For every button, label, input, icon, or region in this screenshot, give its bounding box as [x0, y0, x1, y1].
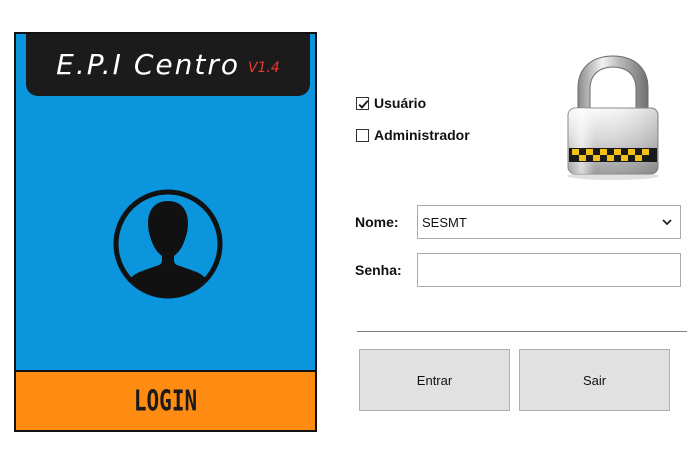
senha-input[interactable] [417, 253, 681, 287]
padlock-icon [567, 55, 659, 180]
usuario-checkbox[interactable]: Usuário [356, 95, 426, 111]
login-bar[interactable]: LOGIN [16, 370, 315, 430]
app-version: V1.4 [247, 60, 280, 76]
checkmark-icon [358, 99, 369, 109]
usuario-label: Usuário [374, 95, 427, 111]
branding-panel: E.P.I Centro V1.4 LOGIN [14, 32, 317, 432]
login-window: E.P.I Centro V1.4 LOGIN Usuário Administ… [0, 0, 700, 460]
sair-button[interactable]: Sair [519, 349, 670, 411]
login-label: LOGIN [133, 384, 198, 418]
senha-label: Senha: [355, 262, 402, 278]
administrador-checkbox-box[interactable] [356, 128, 369, 142]
title-banner: E.P.I Centro V1.4 [26, 34, 310, 96]
entrar-button[interactable]: Entrar [359, 349, 510, 411]
app-title: E.P.I Centro [56, 47, 240, 81]
administrador-label: Administrador [374, 127, 470, 143]
administrador-checkbox[interactable]: Administrador [356, 127, 470, 143]
nome-label: Nome: [355, 214, 399, 230]
user-avatar-icon [113, 189, 223, 299]
nome-select[interactable]: SESMT [417, 205, 681, 239]
chevron-down-icon[interactable] [660, 215, 674, 229]
divider [357, 331, 687, 332]
usuario-checkbox-box[interactable] [356, 96, 369, 110]
nome-select-value: SESMT [422, 214, 467, 230]
